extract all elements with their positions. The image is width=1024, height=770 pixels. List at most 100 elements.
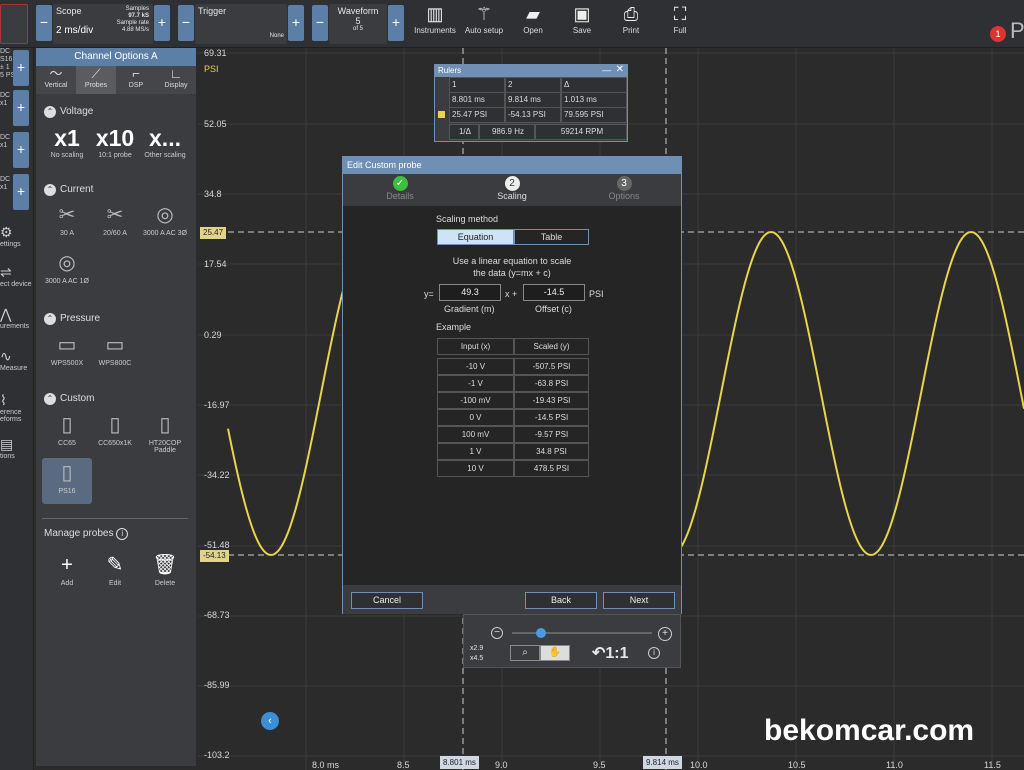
probe-ps16[interactable]: ▯ PS16 — [42, 458, 92, 504]
probe-20-60a[interactable]: ✂ 20/60 A — [90, 200, 140, 237]
zoom-out-button[interactable]: − — [491, 627, 503, 639]
save-button[interactable]: ▣ Save — [558, 2, 606, 35]
actions-item[interactable]: ▤ tions — [0, 436, 34, 460]
probe-ht20cop[interactable]: ▯ HT20COP Paddle — [140, 410, 190, 454]
zoom-slider-track[interactable] — [512, 632, 652, 634]
step-options[interactable]: 3 Options — [599, 176, 649, 201]
info-icon[interactable]: i — [116, 528, 129, 540]
rulers-window[interactable]: Rulers — ✕ 1 2 Δ 8.801 ms 9.814 ms 1.013… — [434, 64, 628, 142]
cancel-button[interactable]: Cancel — [351, 592, 423, 609]
gradient-label: Gradient (m) — [444, 304, 495, 314]
example-row-scaled: -19.43 PSI — [514, 392, 589, 409]
ruler-value-2: -54.13 PSI — [505, 107, 561, 123]
instruments-button[interactable]: ▥ Instruments — [411, 2, 459, 35]
pan-tool-button[interactable]: ✋ — [540, 645, 570, 661]
probe-30a[interactable]: ✂ 30 A — [42, 200, 92, 237]
print-button[interactable]: ⎙ Print — [607, 2, 655, 35]
probe-other-scaling[interactable]: x... Other scaling — [140, 124, 190, 159]
delete-probe-button[interactable]: 🗑 Delete — [140, 550, 190, 587]
connect-device-item[interactable]: ⇌ ect device — [0, 264, 34, 288]
table-tab[interactable]: Table — [514, 229, 589, 245]
trigger-decrease-button[interactable]: − — [178, 5, 194, 41]
tab-display[interactable]: ∟ Display — [156, 66, 196, 94]
current-section-header[interactable]: ⌃ Current — [44, 184, 93, 196]
manage-probes-header: Manage probes i — [44, 528, 129, 540]
channel-options-panel: Channel Options A 〜 Vertical ⟋ Probes ⌐ DSP… — [36, 48, 196, 766]
timebase-increase-button[interactable]: + — [154, 5, 170, 41]
pressure-section-header[interactable]: ⌃ Pressure — [44, 313, 100, 325]
current-clamp-icon: ✂ — [58, 204, 76, 226]
probe-x1[interactable]: x1 No scaling — [42, 124, 92, 159]
channel-color-swatch — [438, 111, 445, 118]
probe-cc65[interactable]: ▯ CC65 — [42, 410, 92, 447]
zoom-in-button[interactable]: + — [658, 627, 672, 641]
example-row-scaled: 478.5 PSI — [514, 460, 589, 477]
step-scaling[interactable]: 2 Scaling — [487, 176, 537, 201]
dialog-title: Edit Custom probe — [343, 157, 681, 174]
gradient-input[interactable]: 49.3 — [439, 284, 501, 301]
ruler-y1-tag[interactable]: 25.47 — [200, 227, 227, 239]
fullscreen-button[interactable]: ⛶ Full — [656, 2, 704, 35]
ruler-y2-tag[interactable]: -54.13 — [200, 550, 229, 562]
ruler-x1-tag[interactable]: 8.801 ms — [440, 756, 479, 769]
channel-c-plus-button[interactable]: + — [13, 132, 29, 168]
probe-wps500x[interactable]: ▭ WPS500X — [42, 330, 92, 367]
x-tick-0: 8.0 ms — [312, 760, 340, 770]
waveform-title: Waveform — [337, 6, 379, 16]
channel-d-plus-button[interactable]: + — [13, 174, 29, 210]
trigger-control[interactable]: Trigger None — [195, 4, 287, 44]
probe-3000a-3phase[interactable]: ◎ 3000 A AC 3Ø — [140, 200, 190, 237]
x-tick-6: 11.0 — [886, 760, 903, 770]
probe-cc650x1k[interactable]: ▯ CC650x1K — [90, 410, 140, 447]
trigger-increase-button[interactable]: + — [288, 5, 304, 41]
scroll-left-button[interactable]: ‹ — [261, 712, 279, 730]
pressure-sensor-icon: ▭ — [105, 334, 125, 356]
zoom-slider-thumb[interactable] — [536, 628, 546, 638]
waveform-increase-button[interactable]: + — [388, 5, 404, 41]
x-tick-5: 10.5 — [788, 760, 806, 770]
measurements-item[interactable]: ⋀ urements — [0, 306, 34, 330]
minimize-icon[interactable]: — — [602, 65, 611, 75]
offset-input[interactable]: -14.5 — [523, 284, 585, 301]
probe-x10[interactable]: x10 10:1 probe — [90, 124, 140, 159]
next-button[interactable]: Next — [603, 592, 675, 609]
ruler-x2-tag[interactable]: 9.814 ms — [643, 756, 682, 769]
probe-wps800c[interactable]: ▭ WPS800C — [90, 330, 140, 367]
example-row-scaled: -14.5 PSI — [514, 409, 589, 426]
settings-item[interactable]: ⚙ ettings — [0, 224, 34, 248]
tab-probes[interactable]: ⟋ Probes — [76, 66, 116, 94]
notification-badge[interactable]: 1 — [990, 26, 1006, 42]
timebase-decrease-button[interactable]: − — [36, 5, 52, 41]
equation-tab[interactable]: Equation — [437, 229, 514, 245]
reference-waveforms-item[interactable]: ⌇ erence eforms — [0, 392, 34, 423]
auto-setup-button[interactable]: ⚚ Auto setup — [460, 2, 508, 35]
zoom-tool-button[interactable]: ⌕ — [510, 645, 540, 661]
clapper-icon: ▤ — [0, 436, 14, 452]
voltage-section-header[interactable]: ⌃ Voltage — [44, 106, 93, 118]
tab-vertical[interactable]: 〜 Vertical — [36, 66, 76, 94]
channel-tab-partial[interactable] — [0, 4, 28, 44]
display-icon: ∟ — [169, 66, 183, 81]
channel-b-plus-button[interactable]: + — [13, 90, 29, 126]
waveform-decrease-button[interactable]: − — [312, 5, 328, 41]
waveform-control[interactable]: Waveform 5 of 5 — [329, 4, 387, 44]
add-measure-item[interactable]: ∿ Measure — [0, 348, 34, 372]
scaling-method-label: Scaling method — [436, 214, 499, 224]
probe-3000a-1phase[interactable]: ◎ 3000 A AC 1Ø — [42, 248, 92, 285]
reset-zoom-button[interactable]: ↶1:1 — [592, 643, 629, 663]
add-probe-button[interactable]: + Add — [42, 550, 92, 587]
step-details[interactable]: ✓ Details — [375, 176, 425, 201]
example-row-input: 0 V — [437, 409, 514, 426]
channel-a-plus-button[interactable]: + — [13, 50, 29, 86]
info-icon[interactable]: i — [648, 647, 660, 659]
custom-section-header[interactable]: ⌃ Custom — [44, 393, 94, 405]
folder-icon: ▰ — [526, 4, 540, 24]
ruler-value-1: 25.47 PSI — [449, 107, 505, 123]
scope-timebase-control[interactable]: Scope 2 ms/div Samples 97.7 kS Sample ra… — [53, 4, 153, 44]
close-icon[interactable]: ✕ — [616, 64, 624, 75]
edit-probe-button[interactable]: ✎ Edit — [90, 550, 140, 587]
y-tick-9: -85.99 — [204, 680, 230, 690]
open-button[interactable]: ▰ Open — [509, 2, 557, 35]
tab-dsp[interactable]: ⌐ DSP — [116, 66, 156, 94]
back-button[interactable]: Back — [525, 592, 597, 609]
